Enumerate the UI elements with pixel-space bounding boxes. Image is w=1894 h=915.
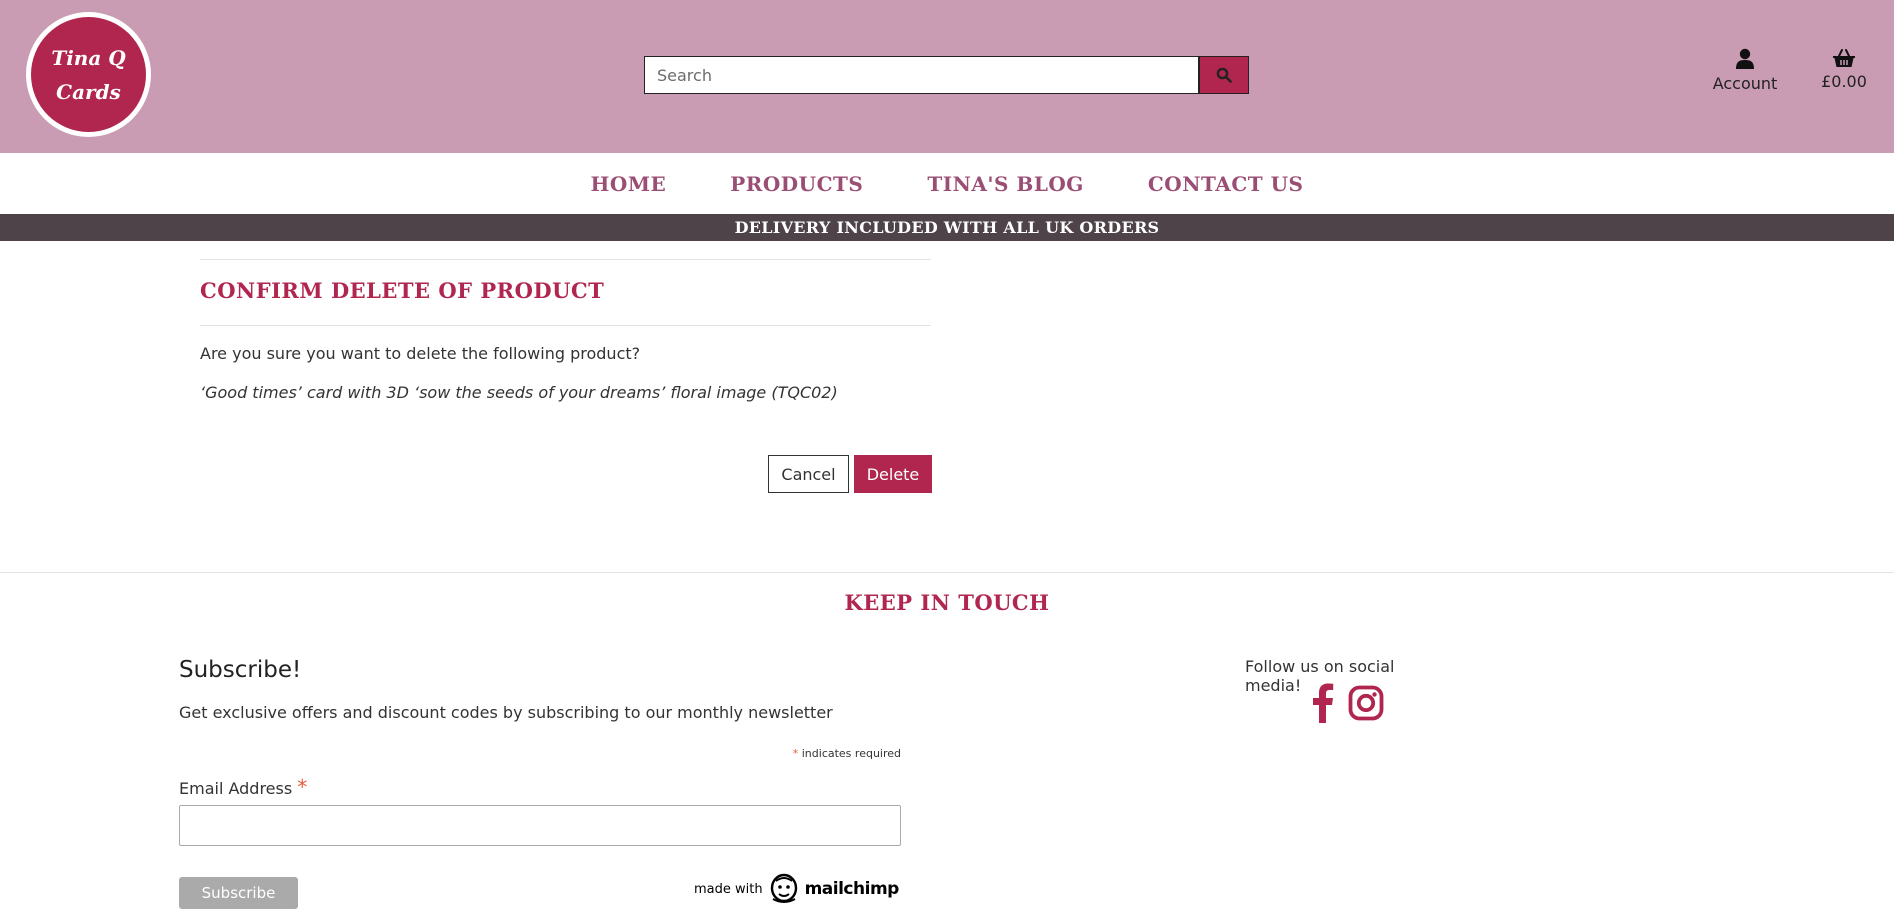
basket-icon <box>1833 49 1855 67</box>
product-name: ‘Good times’ card with 3D ‘sow the seeds… <box>200 383 838 402</box>
action-buttons: Cancel Delete <box>768 455 932 493</box>
cart-link[interactable]: £0.00 <box>1816 48 1872 91</box>
required-note-text: indicates required <box>798 747 901 760</box>
logo-line-1: Tina Q <box>51 45 126 70</box>
account-link[interactable]: Account <box>1706 48 1784 93</box>
social-links <box>1310 683 1384 723</box>
nav-products[interactable]: PRODUCTS <box>730 172 863 196</box>
site-logo[interactable]: Tina Q Cards <box>26 12 151 137</box>
search-button[interactable] <box>1199 56 1249 94</box>
subscribe-description: Get exclusive offers and discount codes … <box>179 703 833 722</box>
mailchimp-badge[interactable]: made with mailchimp <box>694 873 899 905</box>
mailchimp-wordmark: mailchimp <box>804 879 900 899</box>
mailchimp-logo-icon <box>770 873 797 903</box>
email-label: Email Address * <box>179 775 307 799</box>
mailchimp-made-with: made with <box>694 881 763 897</box>
logo-line-2: Cards <box>56 79 121 104</box>
nav-blog[interactable]: TINA'S BLOG <box>927 172 1084 196</box>
footer-heading: KEEP IN TOUCH <box>844 590 1050 615</box>
account-label: Account <box>1712 74 1778 93</box>
email-field[interactable] <box>179 805 901 846</box>
divider-bottom <box>200 325 931 326</box>
user-icon <box>1736 48 1754 69</box>
delivery-banner: DELIVERY INCLUDED WITH ALL UK ORDERS <box>0 214 1894 241</box>
email-label-text: Email Address <box>179 779 293 798</box>
confirm-delete-panel: CONFIRM DELETE OF PRODUCT Are you sure y… <box>200 259 932 493</box>
confirm-question: Are you sure you want to delete the foll… <box>200 344 641 363</box>
required-note: * indicates required <box>600 747 901 760</box>
nav-contact[interactable]: CONTACT US <box>1148 172 1304 196</box>
site-header: Tina Q Cards Account £0.00 <box>0 0 1894 153</box>
delete-button[interactable]: Delete <box>854 455 932 493</box>
subscribe-button[interactable]: Subscribe <box>179 877 298 909</box>
email-required-star: * <box>297 775 308 799</box>
cancel-button[interactable]: Cancel <box>768 455 849 493</box>
search-icon <box>1216 67 1232 83</box>
main-nav: HOME PRODUCTS TINA'S BLOG CONTACT US <box>0 153 1894 214</box>
search-input[interactable] <box>644 56 1200 94</box>
subscribe-title: Subscribe! <box>179 657 302 683</box>
search-form <box>644 56 1249 94</box>
instagram-icon[interactable] <box>1348 685 1384 721</box>
footer-divider <box>0 572 1894 573</box>
cart-total: £0.00 <box>1821 72 1867 91</box>
logo-badge: Tina Q Cards <box>31 17 146 132</box>
facebook-icon[interactable] <box>1310 683 1334 723</box>
nav-home[interactable]: HOME <box>591 172 667 196</box>
page-title: CONFIRM DELETE OF PRODUCT <box>200 278 605 303</box>
